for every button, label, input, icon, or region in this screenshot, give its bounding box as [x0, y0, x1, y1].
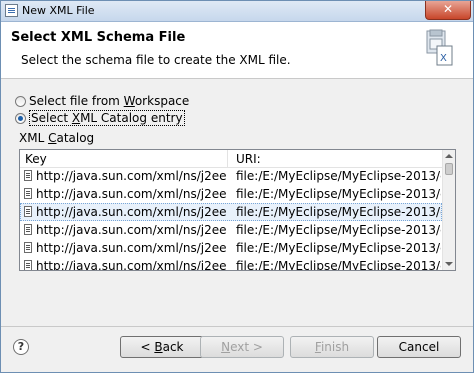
scroll-down-icon[interactable] [445, 262, 453, 266]
table-row[interactable]: http://java.sun.com/xml/ns/j2ee/co... fi… [20, 221, 442, 239]
column-header-key[interactable]: Key [25, 152, 47, 166]
table-row[interactable]: http://java.sun.com/xml/ns/j2ee/ap... fi… [20, 185, 442, 203]
cell-key: http://java.sun.com/xml/ns/j2ee/j2e... [36, 259, 226, 271]
close-button[interactable]: ✕ [425, 1, 471, 20]
table-row[interactable]: http://java.sun.com/xml/ns/j2ee/ejb... f… [20, 239, 442, 257]
document-icon [24, 170, 32, 181]
column-header-uri[interactable]: URI: [236, 152, 261, 166]
page-description: Select the schema file to create the XML… [21, 53, 291, 67]
table-row[interactable]: http://java.sun.com/xml/ns/j2ee/ file:/E… [20, 167, 442, 185]
cell-key: http://java.sun.com/xml/ns/j2ee/co... [36, 223, 226, 237]
table-row[interactable]: http://java.sun.com/xml/ns/j2ee/j2e... f… [20, 257, 442, 271]
option-catalog-label: Select XML Catalog entry [29, 110, 185, 126]
svg-text:X: X [440, 53, 447, 64]
document-icon [24, 260, 32, 270]
finish-button[interactable]: Finish [290, 336, 374, 358]
cell-uri: file:/E:/MyEclipse/MyEclipse-2013/co... [236, 187, 441, 201]
catalog-table[interactable]: Key URI: http://java.sun.com/xml/ns/j2ee… [19, 149, 456, 271]
xml-file-icon [5, 4, 18, 17]
next-button[interactable]: Next > [200, 336, 284, 358]
scroll-thumb[interactable] [445, 163, 453, 175]
option-workspace-label: Select file from Workspace [29, 94, 190, 108]
table-header: Key URI: [20, 150, 442, 168]
cell-uri: file:/E:/MyEclipse/MyEclipse-2013/co... [236, 223, 441, 237]
wizard-header: Select XML Schema File Select the schema… [1, 22, 473, 79]
button-bar-divider [1, 326, 473, 327]
back-button[interactable]: < Back [120, 336, 204, 358]
page-title: Select XML Schema File [11, 30, 186, 45]
scroll-up-icon[interactable] [445, 154, 453, 158]
cancel-button[interactable]: Cancel [377, 336, 461, 358]
catalog-group-label: XML Catalog [19, 131, 95, 145]
radio-workspace[interactable] [15, 95, 26, 107]
window-title: New XML File [22, 4, 95, 17]
option-workspace[interactable]: Select file from Workspace [15, 93, 189, 109]
cell-uri: file:/E:/MyEclipse/MyEclipse-2013/co... [236, 169, 441, 183]
cell-uri: file:/E:/MyEclipse/MyEclipse-2013/co... [236, 259, 441, 271]
document-icon [24, 206, 32, 217]
table-row-selected[interactable]: http://java.sun.com/xml/ns/j2ee/ap... fi… [20, 203, 442, 221]
document-icon [24, 242, 32, 253]
new-xml-file-dialog: New XML File ✕ Select XML Schema File Se… [0, 0, 474, 373]
document-icon [24, 188, 32, 199]
cell-key: http://java.sun.com/xml/ns/j2ee/ap... [36, 187, 226, 201]
radio-catalog[interactable] [15, 112, 26, 124]
column-divider[interactable] [227, 150, 228, 167]
vertical-scrollbar[interactable] [442, 150, 455, 270]
cell-uri: file:/E:/MyEclipse/MyEclipse-2013/co... [236, 205, 441, 219]
cell-key: http://java.sun.com/xml/ns/j2ee/ejb... [36, 241, 226, 255]
help-icon[interactable]: ? [13, 339, 29, 355]
cell-key: http://java.sun.com/xml/ns/j2ee/ap... [36, 205, 226, 219]
title-bar[interactable]: New XML File ✕ [1, 1, 473, 22]
document-icon [24, 224, 32, 235]
cell-key: http://java.sun.com/xml/ns/j2ee/ [36, 169, 226, 183]
cell-uri: file:/E:/MyEclipse/MyEclipse-2013/co... [236, 241, 441, 255]
option-catalog[interactable]: Select XML Catalog entry [15, 110, 185, 126]
xml-file-wizard-icon: X [426, 29, 453, 66]
